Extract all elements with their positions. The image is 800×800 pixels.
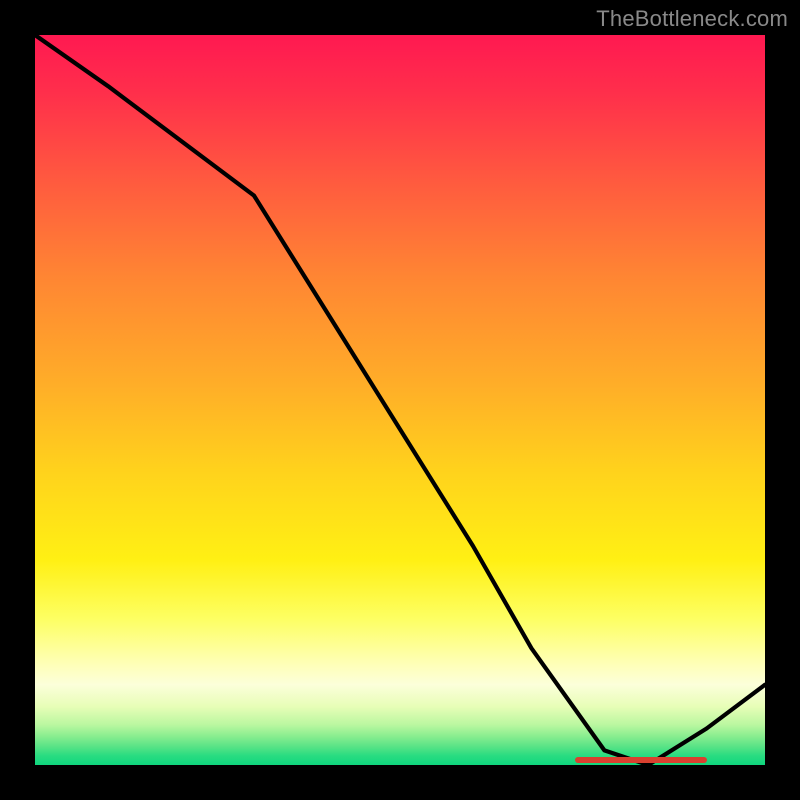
bottleneck-curve xyxy=(35,35,765,765)
optimal-range-marker xyxy=(575,757,706,763)
chart-frame: TheBottleneck.com xyxy=(0,0,800,800)
watermark-text: TheBottleneck.com xyxy=(596,6,788,32)
plot-area xyxy=(35,35,765,765)
